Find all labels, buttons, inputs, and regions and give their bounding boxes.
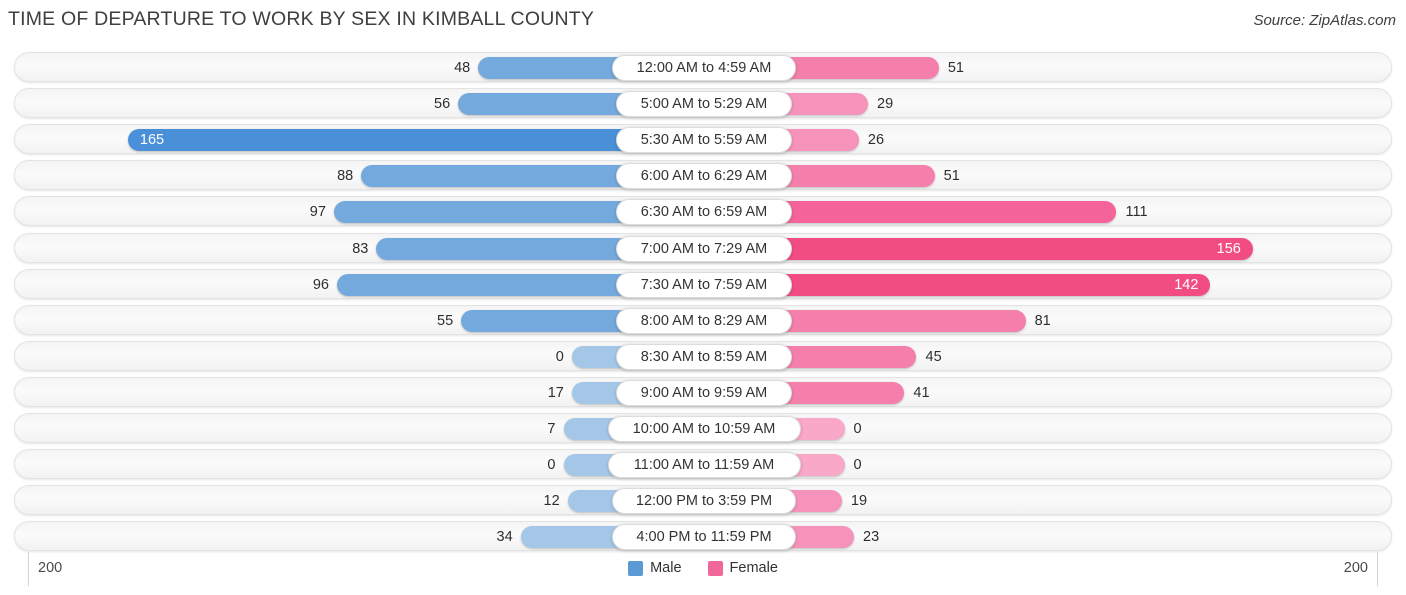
bar-value-female: 51 [943,168,960,185]
bar-female[interactable] [780,273,1211,296]
bar-value-male: 83 [352,240,369,257]
bar-female[interactable] [780,201,1117,224]
bar-value-female: 41 [913,384,930,401]
bar-value-female: 29 [877,96,894,113]
category-label: 12:00 AM to 4:59 AM [611,55,797,81]
category-label: 5:00 AM to 5:29 AM [615,91,793,118]
bar-value-female: 51 [947,60,964,76]
bar-female[interactable] [780,165,935,188]
bar-value-male: 0 [555,348,564,365]
bar-male[interactable] [520,526,624,549]
bar-value-male: 0 [547,457,556,474]
bar-male[interactable] [461,309,628,332]
table-row: 56 29 5:00 AM to 5:29 AM [14,88,1392,119]
table-row: 165 26 5:30 AM to 5:59 AM [14,124,1392,155]
category-label: 4:00 PM to 11:59 PM [611,524,797,551]
bar-value-female: 26 [867,132,885,149]
row-content: 56 29 5:00 AM to 5:29 AM [15,89,1391,118]
bar-value-male: 56 [434,96,451,113]
category-label: 6:30 AM to 6:59 AM [615,199,793,226]
table-row: 88 51 6:00 AM to 6:29 AM [14,160,1392,191]
bar-value-male: 34 [496,529,513,546]
row-content: 34 23 4:00 PM to 11:59 PM [15,522,1391,551]
bar-male[interactable] [361,165,628,188]
table-row: 48 51 12:00 AM to 4:59 AM [14,52,1392,82]
bar-value-male: 88 [337,168,354,185]
legend-label-male: Male [650,560,682,576]
row-content: 96 142 7:30 AM to 7:59 AM [15,270,1391,298]
bar-female[interactable] [780,237,1253,260]
category-label: 8:30 AM to 8:59 AM [615,343,793,370]
category-label: 8:00 AM to 8:29 AM [615,307,793,334]
row-content: 0 0 11:00 AM to 11:59 AM [15,450,1391,479]
bar-female[interactable] [780,345,917,368]
bar-value-female: 23 [863,529,880,546]
bar-value-male: 48 [454,60,471,76]
bar-value-female: 81 [1034,312,1051,329]
category-label: 6:00 AM to 6:29 AM [615,163,793,190]
bar-value-female: 0 [853,457,862,474]
bar-value-female: 45 [925,348,942,365]
row-content: 165 26 5:30 AM to 5:59 AM [15,125,1391,154]
source-attribution: Source: ZipAtlas.com [1253,12,1396,29]
bar-female[interactable] [780,381,905,404]
row-content: 55 81 8:00 AM to 8:29 AM [15,306,1391,334]
bar-male[interactable] [376,237,628,260]
legend-item-female[interactable]: Female [707,560,778,576]
bar-value-female: 111 [1125,204,1148,221]
chart-legend: Male Female [0,560,1406,576]
table-row: 0 0 11:00 AM to 11:59 AM [14,449,1392,480]
row-content: 48 51 12:00 AM to 4:59 AM [15,53,1391,81]
table-row: 83 156 7:00 AM to 7:29 AM [14,232,1392,263]
legend-label-female: Female [729,560,778,576]
category-label: 11:00 AM to 11:59 AM [607,452,801,479]
category-label: 7:00 AM to 7:29 AM [615,235,793,262]
row-content: 88 51 6:00 AM to 6:29 AM [15,161,1391,190]
table-row: 96 142 7:30 AM to 7:59 AM [14,268,1392,299]
table-row: 12 19 12:00 PM to 3:59 PM [14,485,1392,516]
bar-value-male: 96 [312,276,329,293]
bar-value-male: 97 [309,204,326,221]
bar-value-male: 55 [437,312,454,329]
table-row: 34 23 4:00 PM to 11:59 PM [14,521,1392,552]
category-label: 5:30 AM to 5:59 AM [615,127,793,154]
category-label: 9:00 AM to 9:59 AM [615,379,793,406]
category-label: 10:00 AM to 10:59 AM [607,416,801,442]
bar-male[interactable] [336,273,628,296]
table-row: 55 81 8:00 AM to 8:29 AM [14,304,1392,335]
category-label: 7:30 AM to 7:59 AM [615,271,793,298]
page-title: TIME OF DEPARTURE TO WORK BY SEX IN KIMB… [8,8,595,30]
table-row: 0 45 8:30 AM to 8:59 AM [14,340,1392,371]
bar-female[interactable] [784,57,939,79]
legend-swatch-male [628,560,644,576]
legend-item-male[interactable]: Male [628,560,682,576]
bar-male[interactable] [127,129,628,152]
bar-female[interactable] [780,93,868,116]
chart-page: TIME OF DEPARTURE TO WORK BY SEX IN KIMB… [0,0,1406,595]
bar-male[interactable] [478,57,624,79]
bar-value-male: 7 [547,421,556,437]
legend-swatch-female [707,560,723,576]
row-content: 83 156 7:00 AM to 7:29 AM [15,234,1391,262]
bar-value-female: 142 [1174,276,1199,293]
table-row: 17 41 9:00 AM to 9:59 AM [14,376,1392,407]
row-content: 0 45 8:30 AM to 8:59 AM [15,342,1391,370]
bar-female[interactable] [780,309,1026,332]
table-row: 7 0 10:00 AM to 10:59 AM [14,413,1392,443]
row-content: 7 0 10:00 AM to 10:59 AM [15,414,1391,442]
row-content: 12 19 12:00 PM to 3:59 PM [15,486,1391,515]
bar-value-male: 165 [139,132,165,149]
bar-value-male: 12 [543,493,560,510]
table-row: 97 111 6:30 AM to 6:59 AM [14,196,1392,227]
row-content: 17 41 9:00 AM to 9:59 AM [15,378,1391,406]
diverging-bar-plot: 48 51 12:00 AM to 4:59 AM 56 29 5:00 AM to 5:… [0,50,1406,555]
row-content: 97 111 6:30 AM to 6:59 AM [15,197,1391,226]
bar-male[interactable] [458,93,628,116]
category-label: 12:00 PM to 3:59 PM [611,488,797,515]
bar-value-female: 0 [853,421,862,437]
bar-value-female: 156 [1216,240,1241,257]
bar-male[interactable] [333,201,628,224]
bar-value-male: 17 [547,384,564,401]
bar-value-female: 19 [850,493,868,510]
